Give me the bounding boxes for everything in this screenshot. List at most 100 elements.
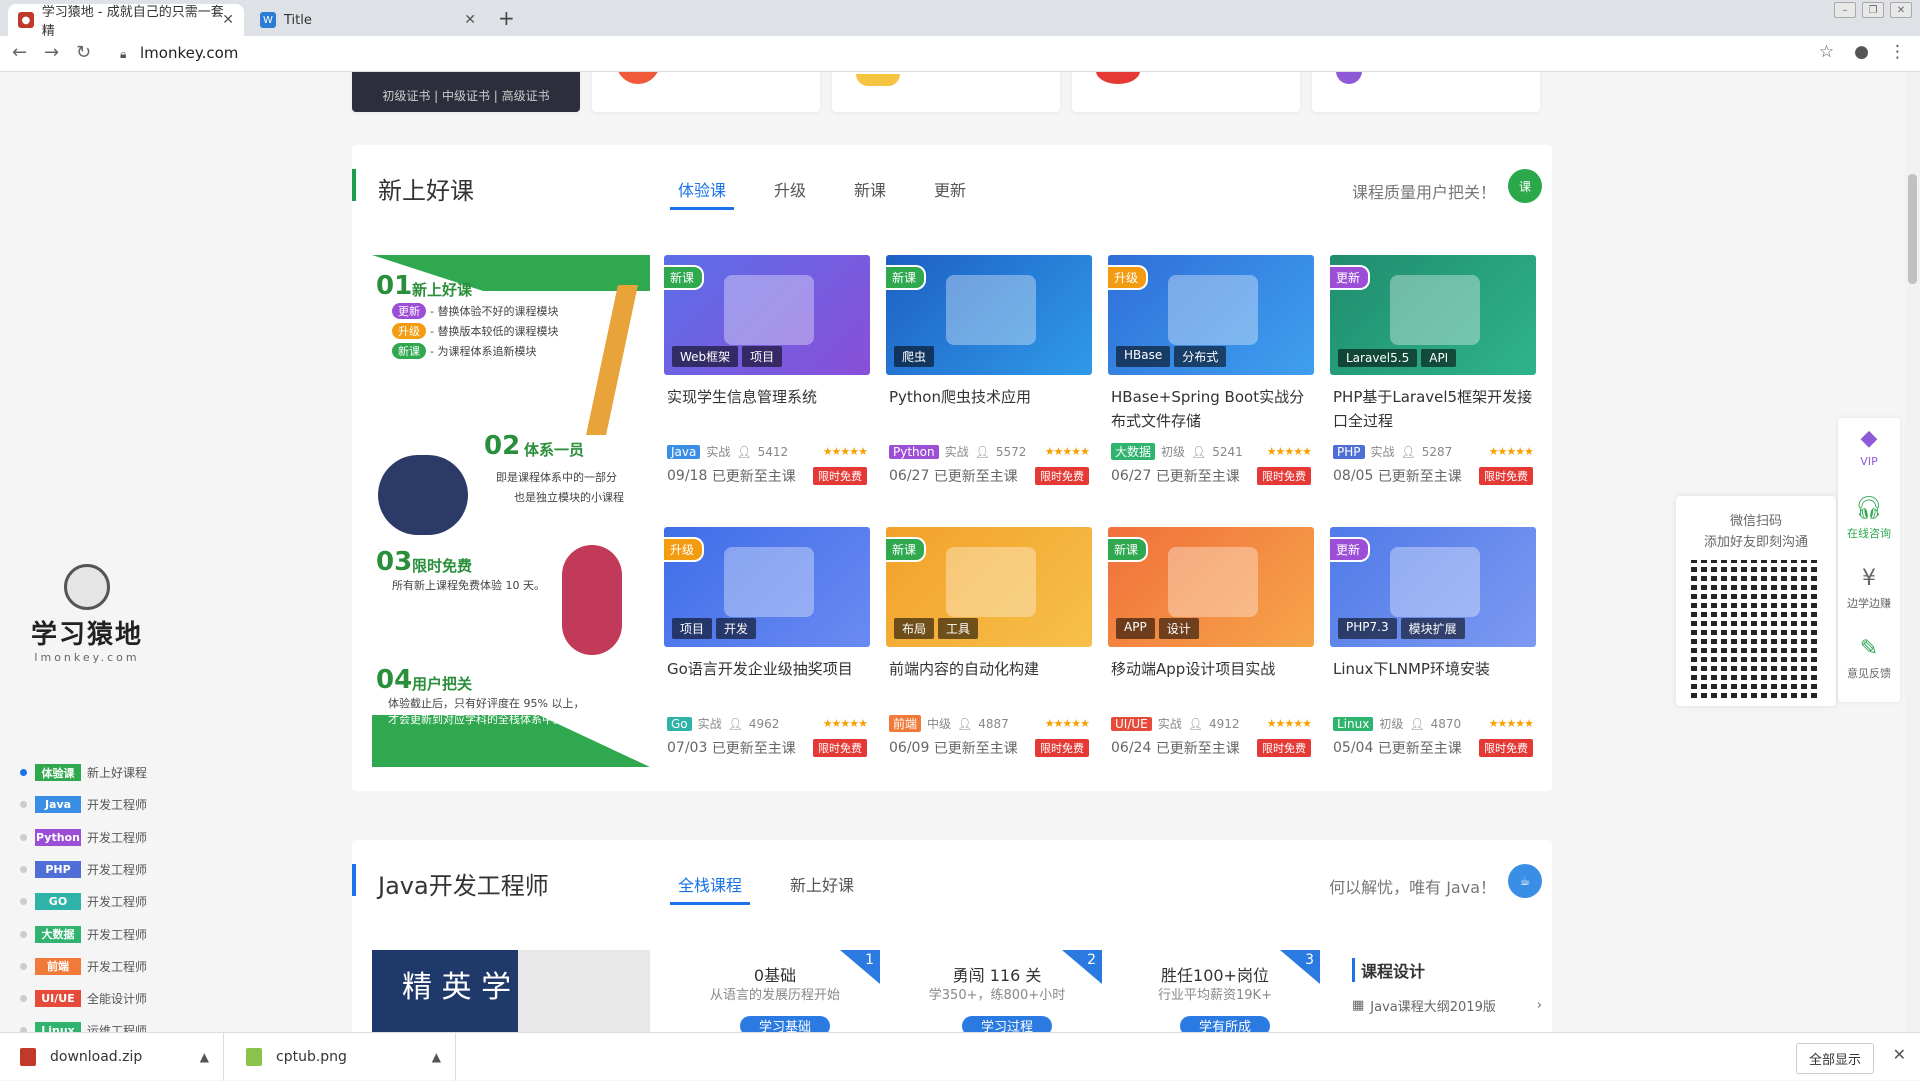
course-title[interactable]: HBase+Spring Boot实战分布式文件存储 bbox=[1108, 385, 1314, 433]
course-thumbnail[interactable]: 升级 HBase 分布式 bbox=[1108, 255, 1314, 375]
step-number: 01 bbox=[376, 271, 413, 301]
tab-active[interactable]: ● 学习猿地 - 成就自己的只需一套精 ✕ bbox=[8, 4, 244, 39]
left-nav-item[interactable]: UI/UE 全能设计师 bbox=[20, 990, 147, 1008]
course-card[interactable]: 更新 PHP7.3 模块扩展 Linux下LNMP环境安装 Linux 初级 👤︎… bbox=[1330, 527, 1536, 767]
earn-button[interactable]: ¥ 边学边赚 bbox=[1838, 566, 1900, 611]
new-tab-icon[interactable]: + bbox=[498, 6, 515, 30]
course-thumbnail[interactable]: 升级 项目 开发 bbox=[664, 527, 870, 647]
feature-card[interactable] bbox=[1312, 72, 1540, 112]
maximize-icon[interactable]: ❐ bbox=[1862, 2, 1884, 18]
tab-trial[interactable]: 体验课 bbox=[670, 177, 735, 210]
cert-card[interactable]: 初级证书 | 中级证书 | 高级证书 bbox=[352, 72, 580, 112]
left-nav-item[interactable]: 大数据 开发工程师 bbox=[20, 925, 147, 943]
reload-icon[interactable]: ↻ bbox=[76, 42, 91, 63]
forward-icon[interactable]: → bbox=[44, 42, 59, 63]
lock-icon[interactable]: 🔒︎ bbox=[120, 47, 126, 62]
left-nav-item[interactable]: Java 开发工程师 bbox=[20, 796, 147, 814]
bookmark-star-icon[interactable]: ☆ bbox=[1819, 42, 1834, 62]
minimize-icon[interactable]: – bbox=[1834, 2, 1856, 18]
chevron-up-icon[interactable]: ▲ bbox=[432, 1050, 441, 1064]
course-card[interactable]: 新课 爬虫 Python爬虫技术应用 Python 实战 👤︎ 5572 ★★★… bbox=[886, 255, 1092, 495]
course-badge: 升级 bbox=[664, 537, 705, 562]
feature-icon bbox=[856, 74, 900, 86]
design-item[interactable]: ▦ Java课程大纲2019版 › bbox=[1352, 996, 1542, 1015]
scrollbar-thumb[interactable] bbox=[1908, 174, 1917, 284]
intro-banner[interactable]: 01 新上好课 更新 - 替换体验不好的课程模块 升级 - 替换版本较低的课程模块 … bbox=[372, 255, 650, 767]
course-title[interactable]: Linux下LNMP环境安装 bbox=[1330, 657, 1536, 705]
nav-tag: 前端 bbox=[35, 957, 81, 975]
course-card[interactable]: 升级 HBase 分布式 HBase+Spring Boot实战分布式文件存储 大… bbox=[1108, 255, 1314, 495]
elite-promo-banner[interactable]: 精 英 学 bbox=[372, 950, 650, 1032]
site-logo[interactable]: 学习猿地 lmonkey.com bbox=[22, 564, 152, 664]
page-scrollbar[interactable] bbox=[1905, 72, 1920, 1032]
learning-step[interactable]: 2 勇闯 116 关 学350+，练800+小时 学习过程 bbox=[892, 950, 1102, 1032]
tab-new-courses[interactable]: 新上好课 bbox=[782, 872, 862, 905]
java-icon[interactable]: ☕︎ bbox=[1508, 864, 1542, 898]
course-thumbnail[interactable]: 更新 PHP7.3 模块扩展 bbox=[1330, 527, 1536, 647]
tab-upgrade[interactable]: 升级 bbox=[766, 177, 814, 210]
step-desc: 学350+，练800+小时 bbox=[928, 988, 1066, 1003]
feature-card[interactable] bbox=[832, 72, 1060, 112]
feature-card[interactable] bbox=[1072, 72, 1300, 112]
course-card[interactable]: 升级 项目 开发 Go语言开发企业级抽奖项目 Go 实战 👤︎ 4962 ★★★★… bbox=[664, 527, 870, 767]
course-level: 实战 bbox=[697, 717, 722, 731]
left-nav-item[interactable]: Python 开发工程师 bbox=[20, 828, 147, 846]
close-tab-icon[interactable]: ✕ bbox=[464, 12, 476, 28]
back-icon[interactable]: ← bbox=[12, 42, 27, 63]
thumb-tag: APP bbox=[1116, 618, 1155, 639]
course-illustration bbox=[1390, 275, 1480, 345]
course-card[interactable]: 新课 布局 工具 前端内容的自动化构建 前端 中级 👤︎ 4887 ★★★★★ 0… bbox=[886, 527, 1092, 767]
left-nav-item[interactable]: Linux 运维工程师 bbox=[20, 1022, 147, 1032]
course-thumbnail[interactable]: 新课 布局 工具 bbox=[886, 527, 1092, 647]
tab-fullstack[interactable]: 全栈课程 bbox=[670, 872, 751, 905]
course-title[interactable]: 前端内容的自动化构建 bbox=[886, 657, 1092, 705]
url-field[interactable]: lmonkey.com bbox=[140, 44, 238, 62]
course-badge: 更新 bbox=[1330, 537, 1371, 562]
course-thumbnail[interactable]: 更新 Laravel5.5 API bbox=[1330, 255, 1536, 375]
course-title[interactable]: Go语言开发企业级抽奖项目 bbox=[664, 657, 870, 705]
feature-card[interactable] bbox=[592, 72, 820, 112]
thumb-tags: Laravel5.5 API bbox=[1338, 349, 1457, 367]
free-badge: 限时免费 bbox=[1035, 739, 1089, 757]
course-badge-icon[interactable]: 课 bbox=[1508, 169, 1542, 203]
language-tag: Linux bbox=[1333, 716, 1374, 731]
course-card[interactable]: 新课 Web框架 项目 实现学生信息管理系统 Java 实战 👤︎ 5412 ★★… bbox=[664, 255, 870, 495]
consult-button[interactable]: 🎧︎ 在线咨询 bbox=[1838, 496, 1900, 541]
tab-title-page[interactable]: W Title ✕ bbox=[250, 4, 486, 36]
feedback-button[interactable]: ✎ 意见反馈 bbox=[1838, 636, 1900, 681]
chevron-up-icon[interactable]: ▲ bbox=[200, 1050, 209, 1064]
course-meta: Go 实战 👤︎ 4962 ★★★★★ bbox=[664, 715, 870, 732]
course-card[interactable]: 更新 Laravel5.5 API PHP基于Laravel5框架开发接口全过程 … bbox=[1330, 255, 1536, 495]
course-badge: 新课 bbox=[886, 265, 927, 290]
tab-new[interactable]: 新课 bbox=[846, 177, 894, 210]
course-title[interactable]: 实现学生信息管理系统 bbox=[664, 385, 870, 433]
account-icon[interactable]: ● bbox=[1854, 42, 1869, 62]
learning-step[interactable]: 3 胜任100+岗位 行业平均薪资19K+ 学有所成 bbox=[1110, 950, 1320, 1032]
course-thumbnail[interactable]: 新课 APP 设计 bbox=[1108, 527, 1314, 647]
vip-label: VIP bbox=[1860, 455, 1878, 468]
course-update-status: 已更新至主课 bbox=[933, 469, 1018, 485]
tab-update[interactable]: 更新 bbox=[926, 177, 974, 210]
course-title[interactable]: PHP基于Laravel5框架开发接口全过程 bbox=[1330, 385, 1536, 433]
course-card[interactable]: 新课 APP 设计 移动端App设计项目实战 UI/UE 实战 👤︎ 4912 ★… bbox=[1108, 527, 1314, 767]
left-nav-item[interactable]: 体验课 新上好课程 bbox=[20, 764, 147, 781]
right-floating-bar: ◆ VIP 🎧︎ 在线咨询 ¥ 边学边赚 ✎ 意见反馈 bbox=[1838, 418, 1900, 702]
left-nav-item[interactable]: PHP 开发工程师 bbox=[20, 860, 147, 878]
learning-step[interactable]: 1 0基础 从语言的发展历程开始 学习基础 bbox=[670, 950, 880, 1032]
left-nav-item[interactable]: GO 开发工程师 bbox=[20, 893, 147, 911]
course-thumbnail[interactable]: 新课 Web框架 项目 bbox=[664, 255, 870, 375]
download-item[interactable]: download.zip ▲ bbox=[0, 1033, 224, 1081]
close-window-icon[interactable]: ✕ bbox=[1890, 2, 1912, 18]
course-title[interactable]: 移动端App设计项目实战 bbox=[1108, 657, 1314, 705]
free-badge: 限时免费 bbox=[1257, 739, 1311, 757]
show-all-button[interactable]: 全部显示 bbox=[1795, 1043, 1874, 1074]
menu-icon[interactable]: ⋮ bbox=[1889, 42, 1906, 62]
vip-button[interactable]: ◆ VIP bbox=[1838, 426, 1900, 468]
course-date: 08/05 bbox=[1333, 468, 1374, 484]
close-tab-icon[interactable]: ✕ bbox=[222, 12, 234, 28]
close-download-bar-icon[interactable]: ✕ bbox=[1893, 1045, 1906, 1064]
course-title[interactable]: Python爬虫技术应用 bbox=[886, 385, 1092, 433]
course-thumbnail[interactable]: 新课 爬虫 bbox=[886, 255, 1092, 375]
download-item[interactable]: cptub.png ▲ bbox=[224, 1033, 456, 1081]
left-nav-item[interactable]: 前端 开发工程师 bbox=[20, 957, 147, 975]
